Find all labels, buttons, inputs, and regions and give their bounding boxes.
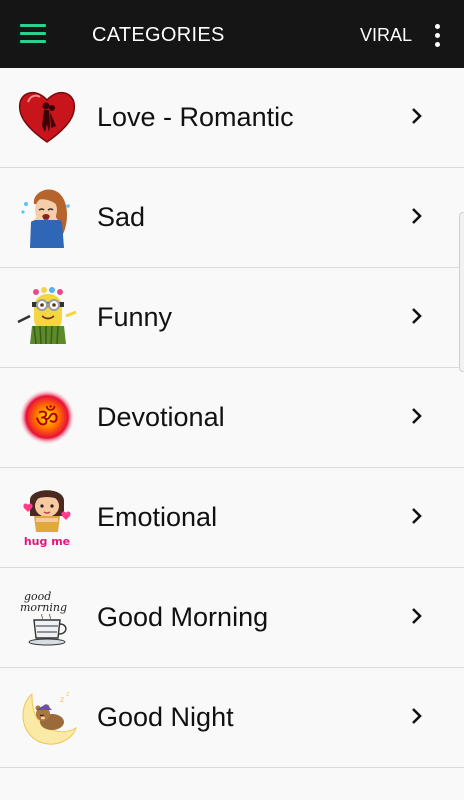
heart-couple-icon	[18, 92, 76, 143]
category-label: Devotional	[97, 402, 225, 432]
category-label: Love - Romantic	[97, 102, 294, 132]
category-item-sad[interactable]: Sad	[0, 168, 464, 268]
category-item-devotional[interactable]: ॐ Devotional	[0, 368, 464, 468]
category-label: Good Night	[97, 702, 234, 732]
svg-text:ॐ: ॐ	[35, 404, 59, 434]
category-label: Funny	[97, 302, 173, 332]
category-item-good-morning[interactable]: good morning Good Morning	[0, 568, 464, 668]
chevron-right-icon	[412, 108, 422, 124]
svg-text:z: z	[66, 691, 69, 698]
chevron-right-icon	[412, 308, 422, 324]
good-morning-cup-icon: good morning	[20, 590, 67, 646]
category-list: Love - Romantic Sad Funny ॐ Devotional h…	[0, 68, 464, 768]
edge-panel-handle[interactable]	[459, 212, 464, 372]
category-item-emotional[interactable]: hug me Emotional	[0, 468, 464, 568]
category-item-good-night[interactable]: z z Good Night	[0, 668, 464, 768]
category-label: Emotional	[97, 502, 218, 532]
category-item-funny[interactable]: Funny	[0, 268, 464, 368]
chevron-right-icon	[412, 408, 422, 424]
page-title: CATEGORIES	[92, 24, 225, 46]
category-item-love-romantic[interactable]: Love - Romantic	[0, 68, 464, 168]
viral-button[interactable]: VIRAL	[360, 25, 412, 46]
category-label: Good Morning	[97, 602, 269, 632]
crying-girl-icon	[21, 189, 70, 248]
more-vert-icon[interactable]	[434, 24, 442, 48]
chevron-right-icon	[412, 208, 422, 224]
om-symbol-icon: ॐ	[19, 389, 75, 445]
svg-text:hug me: hug me	[24, 535, 70, 548]
hamburger-menu-icon[interactable]	[20, 24, 46, 44]
teddy-moon-icon: z z	[22, 691, 77, 745]
svg-text:z: z	[60, 695, 64, 704]
chevron-right-icon	[412, 608, 422, 624]
app-bar: CATEGORIES VIRAL	[0, 0, 464, 68]
chevron-right-icon	[412, 508, 422, 524]
svg-text:morning: morning	[20, 601, 67, 614]
chevron-right-icon	[412, 708, 422, 724]
minion-icon	[17, 287, 77, 345]
category-label: Sad	[97, 202, 146, 232]
hug-me-girl-icon: hug me	[23, 490, 71, 548]
